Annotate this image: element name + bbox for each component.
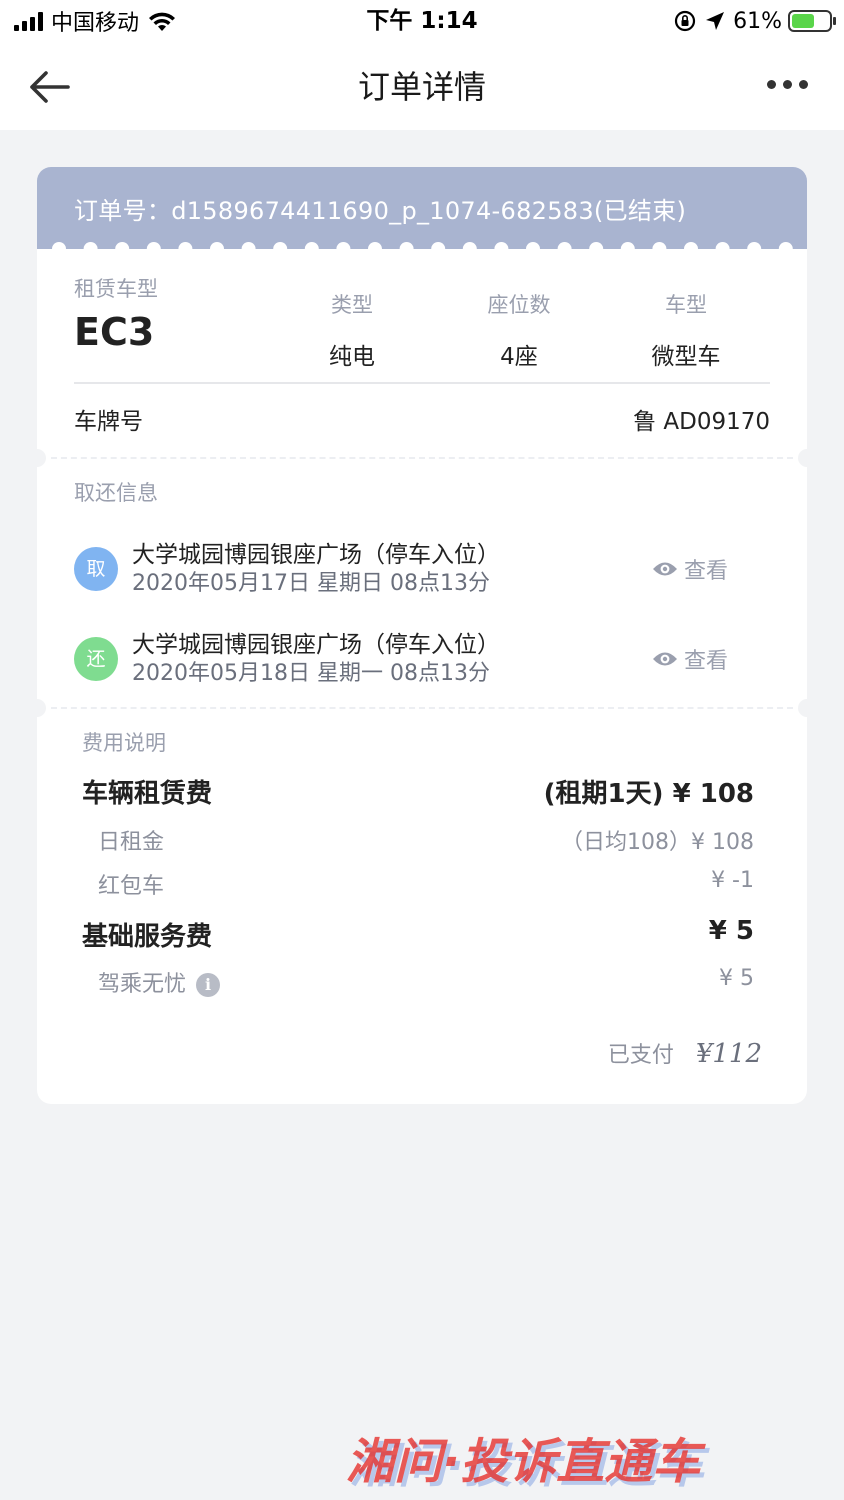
info-icon[interactable]: i: [196, 973, 221, 997]
spec-body: 车型 微型车: [621, 289, 751, 371]
status-right: 61%: [673, 6, 836, 36]
battery-icon: [788, 10, 836, 32]
pickup-row: 取 大学城园博园银座广场（停车入位） 2020年05月17日 星期日 08点13…: [74, 535, 770, 605]
svg-text:湘问·投诉直通车: 湘问·投诉直通车: [346, 1434, 706, 1490]
view-label: 查看: [683, 559, 728, 584]
pickup-location: 大学城园博园银座广场（停车入位）: [132, 542, 500, 568]
model-name: EC3: [74, 310, 155, 354]
fee-value: （日均108）¥ 108: [561, 830, 754, 855]
fee-label: 车辆租赁费: [82, 779, 213, 809]
nav-bar: 订单详情: [0, 44, 844, 130]
paid-label: 已支付: [607, 1043, 674, 1068]
spec-key: 类型: [331, 293, 373, 317]
spec-value: 纯电: [329, 344, 375, 370]
ticket-notch: [798, 449, 807, 467]
pickup-badge: 取: [74, 547, 118, 591]
return-time: 2020年05月18日 星期一 08点13分: [132, 661, 490, 686]
fee-label: 日租金: [98, 830, 165, 855]
more-options-icon[interactable]: [767, 80, 808, 89]
plate-value: 鲁 AD09170: [633, 409, 770, 435]
ticket-notch: [798, 699, 807, 717]
ticket-notch: [37, 699, 46, 717]
watermark-logo: 湘问·投诉直通车 湘问·投诉直通车: [346, 1434, 710, 1492]
fee-value: ¥ 5: [719, 966, 754, 991]
pickup-time: 2020年05月17日 星期日 08点13分: [132, 571, 490, 596]
battery-percent: 61%: [733, 8, 782, 34]
spec-type: 类型 纯电: [287, 289, 417, 371]
order-number: 订单号：d1589674411690_p_1074-682583(已结束): [74, 197, 687, 225]
order-card: 订单号：d1589674411690_p_1074-682583(已结束) 租赁…: [37, 167, 807, 1104]
page-title: 订单详情: [357, 68, 486, 106]
view-label: 查看: [683, 649, 728, 674]
fee-section-label: 费用说明: [82, 731, 166, 755]
fee-label: 红包车: [98, 874, 165, 899]
fee-value: ¥ -1: [711, 868, 754, 893]
ticket-scallop-edge: [37, 239, 807, 259]
spec-key: 座位数: [487, 293, 551, 317]
worry-free-label-wrap: 驾乘无忧 i: [98, 966, 221, 998]
paid-summary: 已支付 ¥112: [608, 1037, 762, 1069]
location-arrow-icon: [706, 12, 725, 30]
dashed-divider: [51, 457, 793, 459]
spec-seats: 座位数 4座: [454, 289, 584, 371]
paid-amount: ¥112: [695, 1039, 762, 1069]
model-label: 租赁车型: [74, 277, 158, 301]
pickup-return-label: 取还信息: [74, 481, 158, 505]
dashed-divider: [51, 707, 793, 709]
eye-icon: [652, 562, 677, 576]
fee-value: (租期1天) ¥ 108: [543, 779, 754, 809]
plate-label: 车牌号: [74, 409, 143, 435]
return-badge: 还: [74, 637, 118, 681]
return-location: 大学城园博园银座广场（停车入位）: [132, 632, 500, 658]
view-pickup-button[interactable]: 查看: [652, 553, 728, 585]
status-bar: 中国移动 下午 1:14 61%: [0, 0, 844, 44]
spec-value: 4座: [500, 344, 538, 370]
eye-icon: [652, 652, 677, 666]
divider: [74, 382, 770, 384]
rotation-lock-icon: [674, 10, 696, 32]
order-header: 订单号：d1589674411690_p_1074-682583(已结束): [37, 167, 807, 249]
fee-label: 驾乘无忧: [98, 972, 187, 997]
return-row: 还 大学城园博园银座广场（停车入位） 2020年05月18日 星期一 08点13…: [74, 625, 770, 695]
fee-label: 基础服务费: [82, 922, 213, 952]
spec-value: 微型车: [651, 344, 721, 370]
fee-value: ¥ 5: [708, 916, 754, 946]
view-return-button[interactable]: 查看: [652, 643, 728, 675]
battery-fill: [792, 14, 814, 28]
spec-key: 车型: [665, 293, 707, 317]
ticket-notch: [37, 449, 46, 467]
